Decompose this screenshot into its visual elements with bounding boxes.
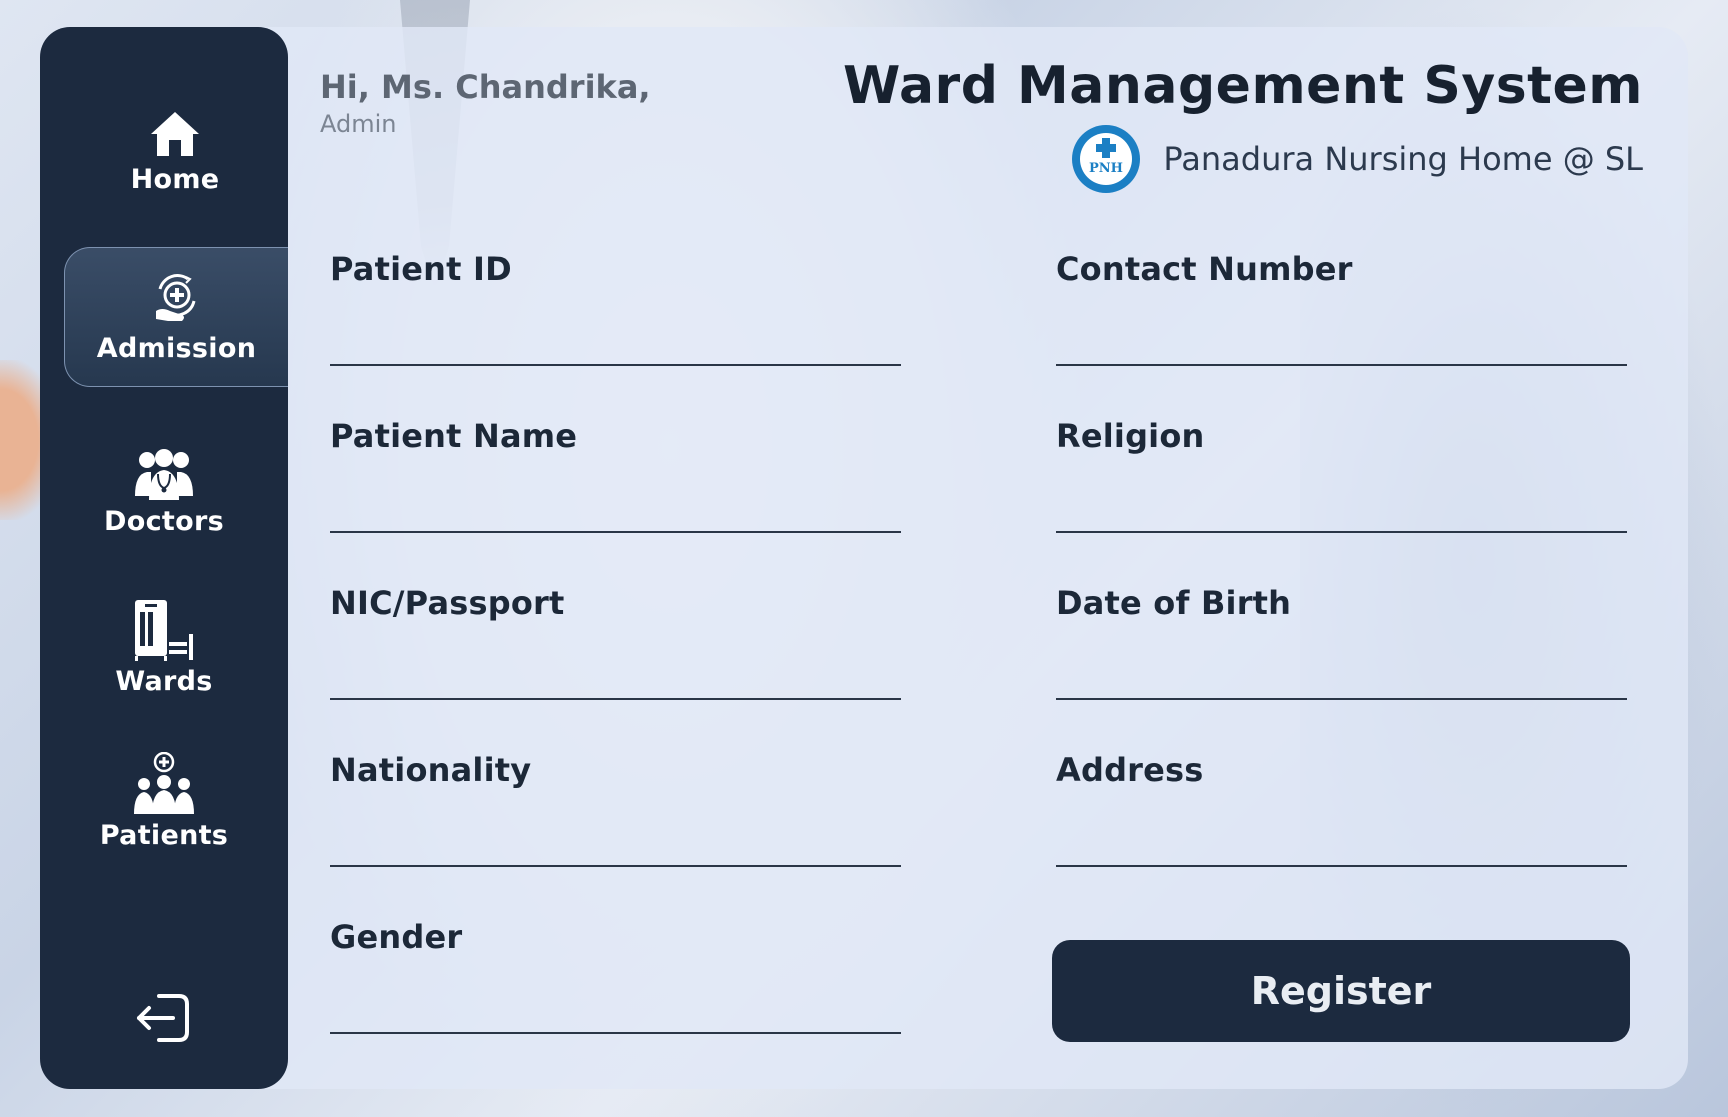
hospital-logo-icon: PNH (1072, 125, 1141, 193)
patient-name-label: Patient Name (330, 417, 578, 455)
date-of-birth-field: Date of Birth (1056, 584, 1627, 700)
patient-name-field: Patient Name (330, 417, 901, 533)
register-button[interactable]: Register (1052, 940, 1630, 1042)
logo-text: PNH (1089, 161, 1123, 176)
greeting-text: Hi, Ms. Chandrika, (320, 68, 651, 106)
patient-id-input[interactable] (330, 316, 901, 366)
sidebar-item-label: Home (130, 164, 220, 195)
organization-name: Panadura Nursing Home @ SL (1163, 140, 1643, 178)
contact-number-field: Contact Number (1056, 250, 1627, 366)
sidebar-item-wards[interactable]: Wards (40, 598, 288, 697)
organization-row: PNH Panadura Nursing Home @ SL (1071, 124, 1643, 194)
sidebar-item-home[interactable]: Home (40, 108, 310, 195)
patients-icon (134, 752, 194, 814)
sidebar-item-label: Wards (115, 666, 213, 697)
patient-id-field: Patient ID (330, 250, 901, 366)
app-title: Ward Management System (842, 56, 1643, 116)
gender-label: Gender (330, 918, 463, 956)
patient-name-input[interactable] (330, 483, 901, 533)
religion-input[interactable] (1056, 483, 1627, 533)
address-input[interactable] (1056, 817, 1627, 867)
sidebar-item-admission[interactable]: Admission (64, 247, 288, 387)
address-label: Address (1056, 751, 1204, 789)
sidebar-item-label: Doctors (104, 506, 224, 537)
home-icon (151, 112, 199, 156)
sidebar-item-label: Patients (99, 820, 229, 851)
logout-button[interactable] (133, 990, 197, 1046)
gender-input[interactable] (330, 984, 901, 1034)
sidebar-item-patients[interactable]: Patients (40, 752, 288, 851)
logout-icon (137, 994, 189, 1042)
patient-id-label: Patient ID (330, 250, 512, 288)
sidebar-item-doctors[interactable]: Doctors (40, 446, 288, 537)
date-of-birth-input[interactable] (1056, 650, 1627, 700)
nationality-field: Nationality (330, 751, 901, 867)
nationality-label: Nationality (330, 751, 532, 789)
sidebar-item-label: Admission (96, 332, 257, 364)
religion-field: Religion (1056, 417, 1627, 533)
user-role: Admin (320, 110, 397, 138)
admission-icon (155, 273, 195, 321)
contact-number-input[interactable] (1056, 316, 1627, 366)
date-of-birth-label: Date of Birth (1056, 584, 1292, 622)
doctors-icon (135, 449, 193, 500)
ward-bed-icon (135, 600, 193, 661)
nic-passport-input[interactable] (330, 650, 901, 700)
address-field: Address (1056, 751, 1627, 867)
nic-passport-label: NIC/Passport (330, 584, 565, 622)
gender-field: Gender (330, 918, 901, 1034)
nationality-input[interactable] (330, 817, 901, 867)
contact-number-label: Contact Number (1056, 250, 1353, 288)
nic-passport-field: NIC/Passport (330, 584, 901, 700)
religion-label: Religion (1056, 417, 1205, 455)
